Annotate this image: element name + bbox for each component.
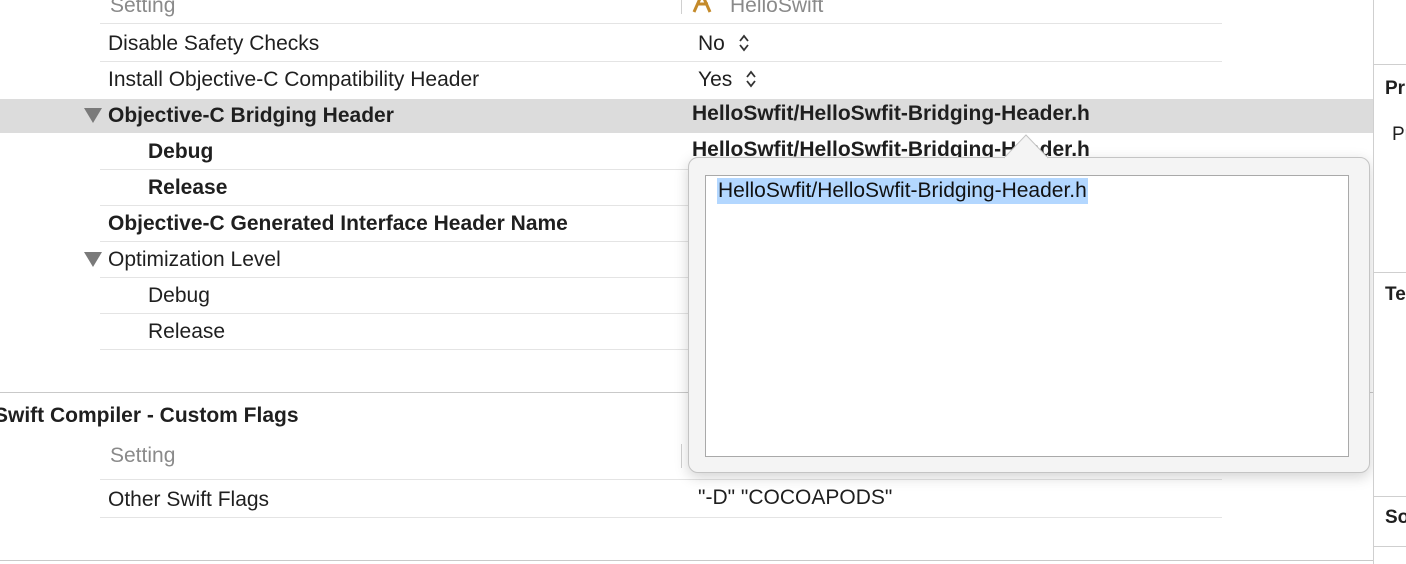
disclosure-triangle-icon[interactable]	[84, 252, 102, 267]
setting-row-install-objc-compat-header[interactable]: Install Objective-C Compatibility Header…	[0, 62, 1222, 98]
setting-label: Disable Safety Checks	[108, 32, 320, 55]
setting-label: Other Swift Flags	[108, 488, 270, 511]
row-separator	[100, 23, 1222, 24]
inspector-section-title: So	[1385, 507, 1406, 528]
setting-value: Yes	[698, 68, 733, 91]
section-title-swift-custom-flags[interactable]: Swift Compiler - Custom Flags	[0, 398, 299, 434]
setting-column-header: Setting	[110, 0, 176, 17]
setting-value[interactable]: HelloSwfit/HelloSwfit-Bridging-Header.h	[692, 96, 1090, 132]
inspector-section-title: Pr	[1385, 78, 1406, 99]
setting-value-popup[interactable]: No	[698, 26, 751, 62]
app-target-icon	[692, 0, 712, 13]
value-editor-textarea[interactable]: HelloSwfit/HelloSwfit-Bridging-Header.h	[705, 175, 1349, 457]
row-separator	[100, 517, 1222, 518]
disclosure-triangle-icon[interactable]	[84, 108, 102, 123]
setting-label: Release	[148, 320, 226, 343]
column-divider	[681, 444, 682, 468]
setting-label: Objective-C Generated Interface Header N…	[108, 212, 568, 235]
inspector-separator	[1374, 546, 1406, 547]
setting-label: Release	[148, 176, 228, 199]
selected-text[interactable]: HelloSwfit/HelloSwfit-Bridging-Header.h	[717, 178, 1088, 204]
inspector-section-title: Te	[1385, 284, 1406, 305]
setting-label: Optimization Level	[108, 248, 281, 271]
setting-row-disable-safety-checks[interactable]: Disable Safety Checks No	[0, 26, 1222, 62]
row-separator	[100, 479, 1222, 480]
inspector-separator	[1374, 272, 1406, 273]
inspector-separator	[1374, 64, 1406, 65]
setting-value[interactable]: "-D" "COCOAPODS"	[698, 480, 892, 516]
stepper-arrows-icon[interactable]	[744, 69, 758, 89]
setting-label: Debug	[148, 284, 210, 307]
setting-value-popup[interactable]: Yes	[698, 62, 758, 98]
inspector-label: Pr	[1392, 124, 1406, 145]
setting-label: Objective-C Bridging Header	[108, 104, 394, 127]
build-settings-window: Setting HelloSwift Disable Safety Checks…	[0, 0, 1406, 564]
setting-label: Install Objective-C Compatibility Header	[108, 68, 480, 91]
settings-header-row: Setting HelloSwift	[0, 0, 1222, 24]
setting-value: No	[698, 32, 725, 55]
value-editor-popover: HelloSwfit/HelloSwfit-Bridging-Header.h	[688, 157, 1370, 473]
inspector-panel: Pr Pr Te So	[1373, 0, 1406, 564]
stepper-arrows-icon[interactable]	[737, 33, 751, 53]
popover-arrow	[1003, 134, 1049, 160]
setting-row-other-swift-flags[interactable]: Other Swift Flags "-D" "COCOAPODS"	[0, 482, 1222, 518]
setting-row-objc-bridging-header[interactable]: Objective-C Bridging Header HelloSwfit/H…	[0, 98, 1222, 134]
section-separator	[0, 560, 1373, 561]
target-column-header: HelloSwift	[730, 0, 824, 17]
column-divider	[681, 0, 682, 14]
inspector-separator	[1374, 496, 1406, 497]
setting-label: Debug	[148, 140, 214, 163]
setting-column-header: Setting	[110, 444, 176, 467]
